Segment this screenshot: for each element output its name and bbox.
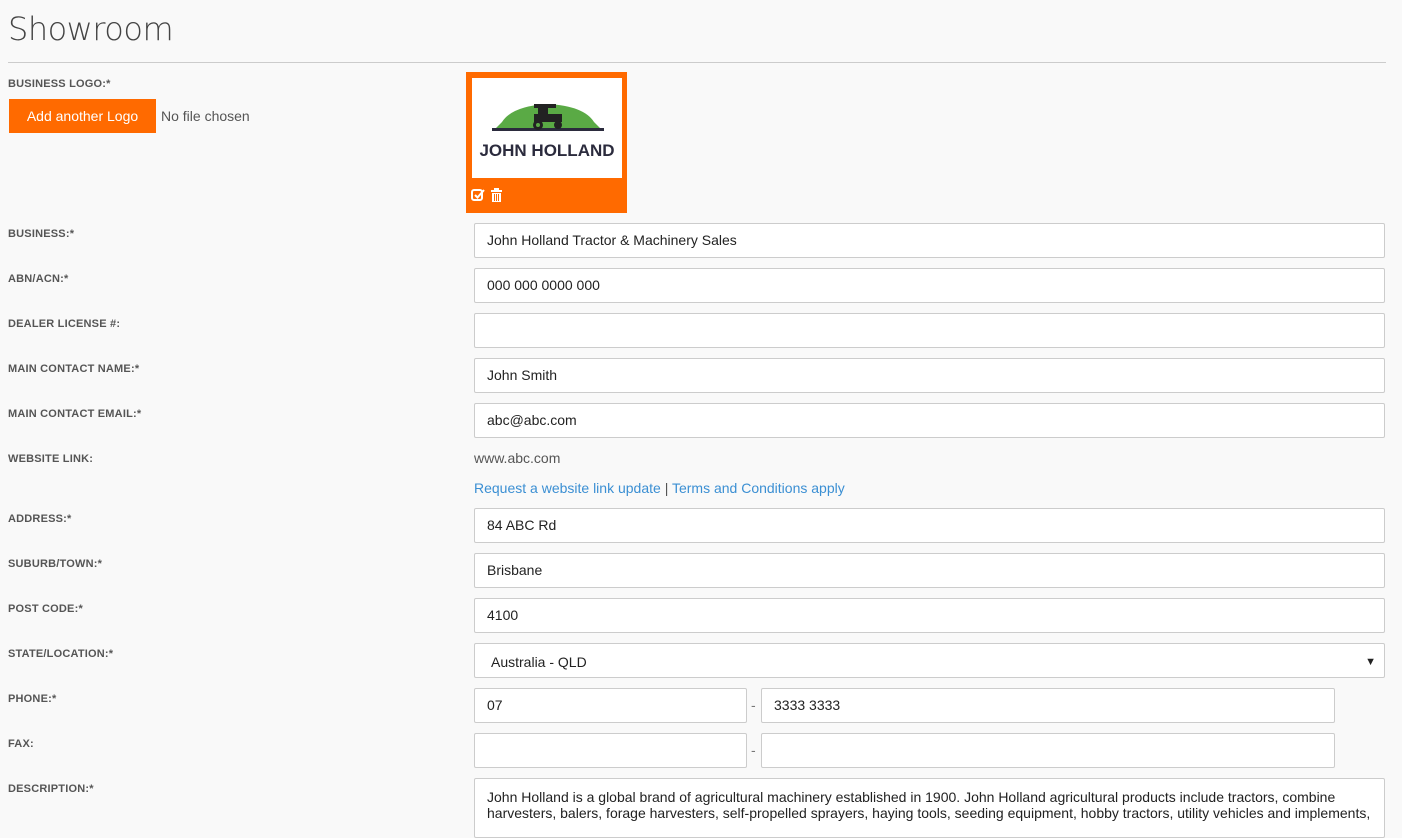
phone-dash: - [751, 697, 756, 713]
phone-area-input[interactable]: 07 [474, 688, 747, 723]
abn-label: ABN/ACN:* [8, 273, 69, 285]
edit-check-icon[interactable] [471, 188, 485, 207]
business-logo-label: BUSINESS LOGO:* [8, 78, 111, 90]
contact-name-input[interactable]: John Smith [474, 358, 1385, 393]
description-label: DESCRIPTION:* [8, 783, 94, 795]
contact-name-label: MAIN CONTACT NAME:* [8, 363, 140, 375]
file-status-text: No file chosen [161, 108, 250, 124]
logo-brand-text: JOHN HOLLAND [479, 141, 615, 160]
website-value: www.abc.com [474, 450, 561, 466]
fax-number-input[interactable] [761, 733, 1335, 768]
description-textarea[interactable]: John Holland is a global brand of agricu… [474, 778, 1385, 838]
abn-input[interactable]: 000 000 0000 000 [474, 268, 1385, 303]
contact-email-input[interactable]: abc@abc.com [474, 403, 1385, 438]
title-divider [8, 62, 1386, 63]
business-input[interactable]: John Holland Tractor & Machinery Sales [474, 223, 1385, 258]
website-links: Request a website link update | Terms an… [474, 480, 845, 496]
chevron-down-icon: ▼ [1365, 656, 1376, 668]
page-title: Showroom [8, 10, 174, 48]
logo-graphic [492, 104, 604, 131]
address-label: ADDRESS:* [8, 513, 72, 525]
fax-dash: - [751, 742, 756, 758]
logo-image: JOHN HOLLAND [472, 78, 622, 178]
contact-email-label: MAIN CONTACT EMAIL:* [8, 408, 142, 420]
phone-number-input[interactable]: 3333 3333 [761, 688, 1335, 723]
logo-preview: JOHN HOLLAND [466, 72, 627, 213]
postcode-label: POST CODE:* [8, 603, 83, 615]
state-label: STATE/LOCATION:* [8, 648, 114, 660]
terms-link[interactable]: Terms and Conditions apply [672, 480, 845, 496]
suburb-input[interactable]: Brisbane [474, 553, 1385, 588]
postcode-input[interactable]: 4100 [474, 598, 1385, 633]
trash-icon[interactable] [490, 188, 503, 207]
fax-area-input[interactable] [474, 733, 747, 768]
request-website-update-link[interactable]: Request a website link update [474, 480, 661, 496]
fax-label: FAX: [8, 738, 34, 750]
add-logo-button[interactable]: Add another Logo [9, 99, 156, 133]
state-select-value: Australia - QLD [491, 654, 587, 670]
dealer-license-label: DEALER LICENSE #: [8, 318, 121, 330]
suburb-label: SUBURB/TOWN:* [8, 558, 103, 570]
dealer-license-input[interactable] [474, 313, 1385, 348]
website-label: WEBSITE LINK: [8, 453, 94, 465]
state-select[interactable]: Australia - QLD ▼ [474, 643, 1385, 678]
business-label: BUSINESS:* [8, 228, 75, 240]
link-separator: | [664, 480, 669, 496]
address-input[interactable]: 84 ABC Rd [474, 508, 1385, 543]
phone-label: PHONE:* [8, 693, 57, 705]
